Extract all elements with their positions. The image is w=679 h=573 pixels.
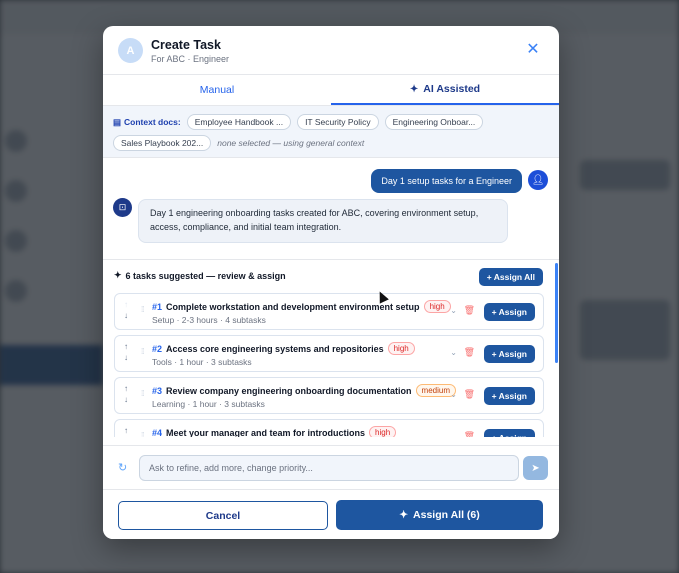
move-down-icon[interactable]: ↓ xyxy=(124,310,128,321)
cancel-button[interactable]: Cancel xyxy=(118,501,328,530)
create-task-modal: A Create Task For ABC · Engineer ✕ Manua… xyxy=(103,26,559,539)
task-row: ↑↓ ⁞⁞ #4Meet your manager and team for i… xyxy=(114,419,544,437)
task-title: #1 Complete workstation and development e… xyxy=(152,300,451,313)
tab-label: AI Assisted xyxy=(423,83,481,95)
cancel-label: Cancel xyxy=(205,509,241,522)
chat-area: Day 1 setup tasks for a Engineer 👤︎ ⊡ Da… xyxy=(103,158,559,260)
context-doc-chip[interactable]: Sales Playbook 202... xyxy=(113,135,212,151)
avatar: A xyxy=(118,38,143,63)
chevron-down-icon[interactable]: ⌄ xyxy=(450,390,457,399)
task-meta: Setup · 2-3 hours · 4 subtasks xyxy=(152,315,266,325)
task-title: #2 Access core engineering systems and re… xyxy=(152,342,415,355)
assign-all-button[interactable]: ✦ Assign All (6) xyxy=(336,500,543,530)
user-message: Day 1 setup tasks for a Engineer xyxy=(371,169,522,193)
drag-handle-icon[interactable]: ⁞⁞ xyxy=(141,305,145,314)
trash-icon[interactable]: 🗑︎ xyxy=(464,305,475,316)
chevron-down-icon[interactable]: ⌄ xyxy=(450,348,457,357)
modal-title: Create Task xyxy=(151,38,221,52)
suggestions-panel: ✦ 6 tasks suggested — review & assign + A… xyxy=(103,260,559,437)
refresh-icon[interactable]: ↻ xyxy=(118,461,127,474)
tab-bar: Manual ✦ AI Assisted xyxy=(103,75,559,106)
trash-icon[interactable]: 🗑︎ xyxy=(464,389,475,400)
move-up-icon[interactable]: ↑ xyxy=(124,383,128,394)
sparkle-icon: ✦ xyxy=(399,509,409,521)
priority-badge[interactable]: high xyxy=(387,342,415,355)
assign-button[interactable]: + Assign xyxy=(483,303,535,321)
close-icon[interactable]: ✕ xyxy=(525,42,541,58)
tab-label: Manual xyxy=(199,84,235,96)
move-up-icon[interactable]: ↑ xyxy=(124,299,128,310)
assign-button[interactable]: + Assign xyxy=(483,429,535,437)
sparkle-icon: ✦ xyxy=(409,83,419,95)
priority-badge[interactable]: high xyxy=(423,300,451,313)
context-docs: ▤ Context docs: Employee Handbook ... IT … xyxy=(103,106,559,158)
priority-badge[interactable]: high xyxy=(369,426,397,437)
reorder-controls: ↑↓ xyxy=(124,383,128,405)
sparkle-icon: ✦ xyxy=(114,270,122,280)
context-doc-chip[interactable]: Engineering Onboar... xyxy=(384,114,484,130)
suggestions-header: ✦ 6 tasks suggested — review & assign xyxy=(114,270,286,281)
drag-handle-icon[interactable]: ⁞⁞ xyxy=(141,431,145,437)
task-row: ↑ ↓ ⁞⁞ #3 Review company engineering onboa… xyxy=(114,377,544,414)
refine-bar: ↻ ➤ xyxy=(103,445,559,489)
send-icon[interactable]: ➤ xyxy=(523,456,548,480)
task-meta: Tools · 1 hour · 3 subtasks xyxy=(152,357,252,367)
refine-input[interactable] xyxy=(139,455,519,481)
context-docs-label: ▤ Context docs: xyxy=(113,116,181,128)
task-meta: Learning · 1 hour · 3 subtasks xyxy=(152,399,265,409)
assign-all-button-small[interactable]: + Assign All xyxy=(478,268,543,286)
move-down-icon[interactable]: ↓ xyxy=(124,394,128,405)
assign-button[interactable]: + Assign xyxy=(483,387,535,405)
modal-subtitle: For ABC · Engineer xyxy=(151,54,230,64)
bot-message: Day 1 engineering onboarding tasks creat… xyxy=(138,199,508,243)
assign-all-label: Assign All (6) xyxy=(413,509,480,521)
reorder-controls: ↑↓ xyxy=(124,299,128,321)
task-row: ↑ ↓ ⁞⁞ #2 Access core engineering systems … xyxy=(114,335,544,372)
context-doc-chip[interactable]: IT Security Policy xyxy=(297,114,379,130)
drag-handle-icon[interactable]: ⁞⁞ xyxy=(141,389,145,398)
task-title: #3 Review company engineering onboarding … xyxy=(152,384,456,397)
drag-handle-icon[interactable]: ⁞⁞ xyxy=(141,347,145,356)
modal-footer: Cancel ✦ Assign All (6) xyxy=(103,489,559,539)
document-icon: ▤ xyxy=(113,116,122,127)
user-avatar-icon: 👤︎ xyxy=(528,170,548,190)
move-down-icon[interactable]: ↓ xyxy=(124,352,128,363)
trash-icon[interactable]: 🗑︎ xyxy=(464,431,475,437)
trash-icon[interactable]: 🗑︎ xyxy=(464,347,475,358)
move-up-icon[interactable]: ↑ xyxy=(124,341,128,352)
reorder-controls: ↑↓ xyxy=(124,341,128,363)
scrollbar[interactable] xyxy=(555,263,558,363)
bot-avatar-icon: ⊡ xyxy=(113,198,132,217)
assign-button[interactable]: + Assign xyxy=(483,345,535,363)
chevron-down-icon[interactable]: ⌄ xyxy=(450,306,457,315)
chevron-down-icon[interactable]: ⌄ xyxy=(450,432,457,437)
task-row: ↑ ↓ ⁞⁞ #1 Complete workstation and develop… xyxy=(114,293,544,330)
move-down-icon[interactable]: ↓ xyxy=(124,436,128,437)
task-title: #4 Meet your manager and team for introdu… xyxy=(152,426,397,437)
reorder-controls: ↑↓ xyxy=(124,425,128,437)
tab-ai-assisted[interactable]: ✦ AI Assisted xyxy=(331,75,559,105)
context-note: none selected — using general context xyxy=(217,138,365,148)
context-doc-chip[interactable]: Employee Handbook ... xyxy=(186,114,292,130)
modal-header: A Create Task For ABC · Engineer ✕ xyxy=(103,26,559,75)
move-up-icon[interactable]: ↑ xyxy=(124,425,128,436)
tab-manual[interactable]: Manual xyxy=(103,75,331,105)
